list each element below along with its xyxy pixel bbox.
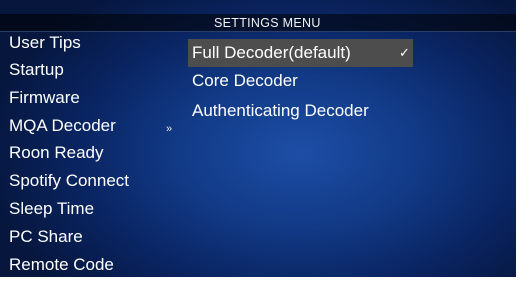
submenu-arrow-icon: » xyxy=(166,123,173,135)
title-bar: SETTINGS MENU xyxy=(0,14,516,32)
menu-item-roon-ready[interactable]: Roon Ready xyxy=(9,141,129,169)
checkmark-icon: ✓ xyxy=(399,45,410,60)
submenu-item-core-decoder[interactable]: Core Decoder xyxy=(188,67,413,97)
menu-item-spotify-connect[interactable]: Spotify Connect xyxy=(9,169,129,197)
submenu-item-label: Core Decoder xyxy=(192,71,298,90)
menu-item-pc-share[interactable]: PC Share xyxy=(9,225,129,253)
menu-item-sleep-time[interactable]: Sleep Time xyxy=(9,197,129,225)
page-title: SETTINGS MENU xyxy=(214,16,321,30)
menu-item-user-tips[interactable]: User Tips xyxy=(9,33,129,58)
settings-menu-list: User Tips Startup Firmware MQA Decoder R… xyxy=(9,33,129,277)
submenu-item-label: Authenticating Decoder xyxy=(192,100,369,120)
submenu-item-label: Full Decoder(default) xyxy=(192,43,351,62)
submenu-item-authenticating-decoder[interactable]: Authenticating Decoder xyxy=(188,97,413,127)
menu-item-mqa-decoder[interactable]: MQA Decoder xyxy=(9,114,129,142)
settings-screen: SETTINGS MENU User Tips Startup Firmware… xyxy=(0,0,516,277)
decoder-submenu: Full Decoder(default) ✓ Core Decoder Aut… xyxy=(188,39,413,126)
menu-item-remote-code[interactable]: Remote Code xyxy=(9,253,129,277)
submenu-item-full-decoder[interactable]: Full Decoder(default) ✓ xyxy=(188,39,413,67)
menu-item-startup[interactable]: Startup xyxy=(9,58,129,86)
menu-item-firmware[interactable]: Firmware xyxy=(9,86,129,114)
